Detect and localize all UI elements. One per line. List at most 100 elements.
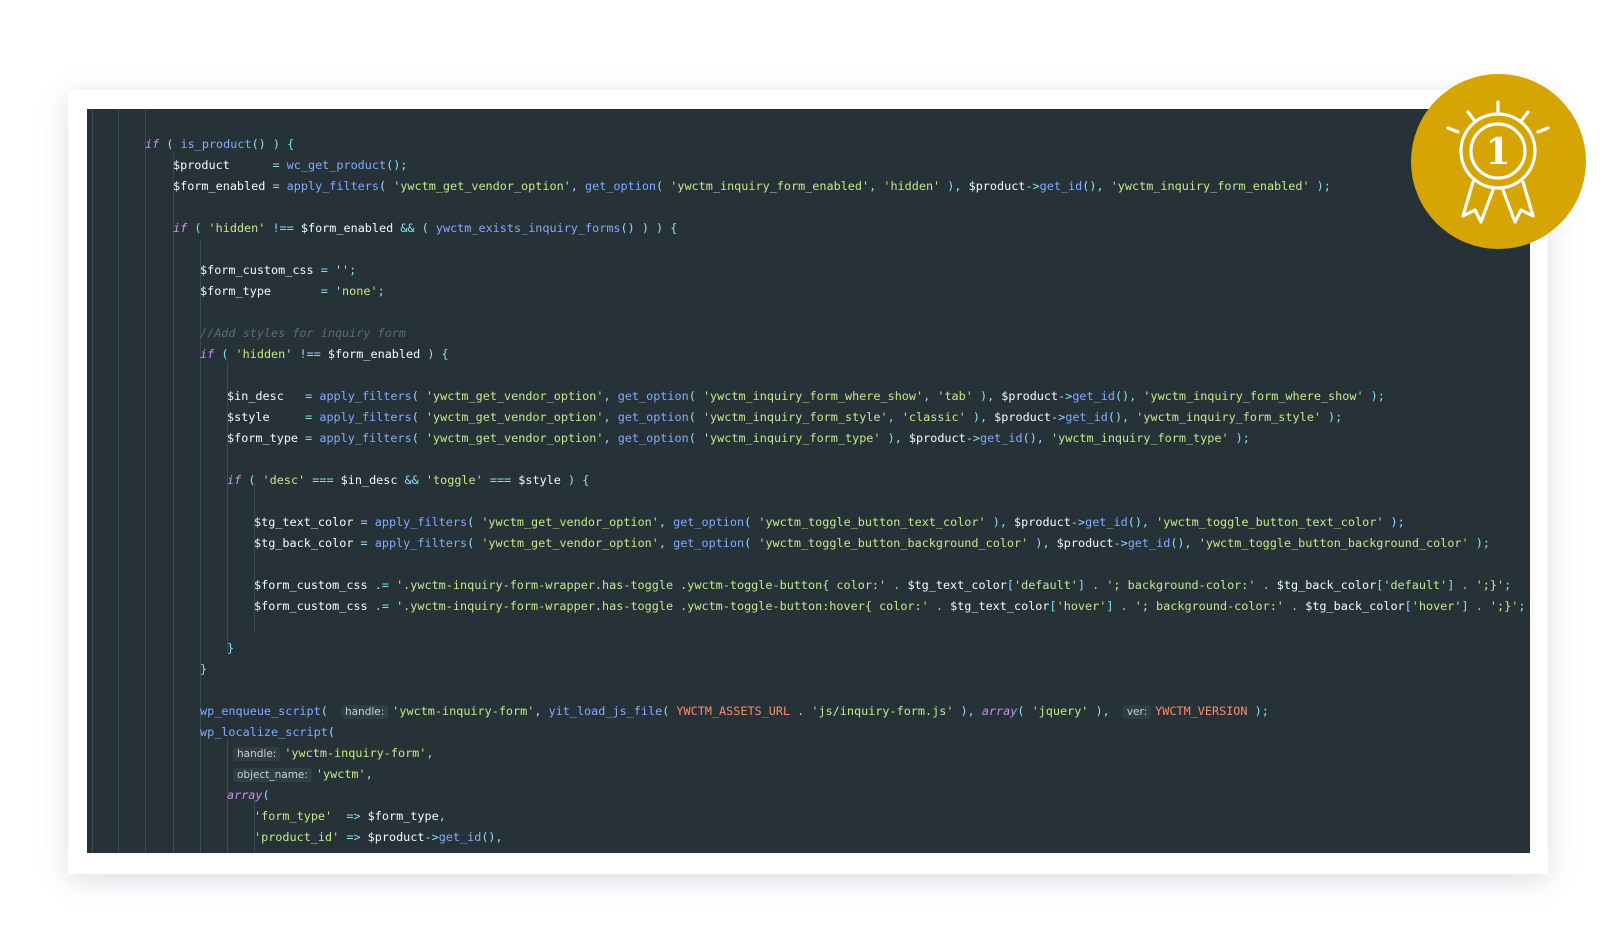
code-line: object_name:'ywctm', [87, 764, 1530, 785]
code-token: = [353, 515, 375, 529]
code-token: = [353, 536, 375, 550]
code-token: (), [1170, 536, 1199, 550]
code-token: get_id [438, 830, 482, 844]
code-token: $product [968, 179, 1026, 193]
code-line: 'form_type' => $form_type, [87, 806, 1530, 827]
code-token: -> [1058, 389, 1073, 403]
code-token: -> [424, 830, 439, 844]
code-token: apply_filters [319, 410, 412, 424]
code-token: YWCTM_ASSETS_URL [676, 704, 791, 718]
code-token: 'toggle' [425, 473, 483, 487]
code-token: ); [1228, 431, 1250, 445]
code-token: = [271, 284, 335, 298]
code-token: === [482, 473, 519, 487]
code-token: ) { [560, 473, 590, 487]
code-token: 'product_id' [254, 830, 340, 844]
code-token: !== [265, 221, 301, 235]
code-token: ( [688, 431, 703, 445]
code-token: if [145, 137, 160, 151]
code-token: (), [1127, 515, 1157, 529]
code-line: $form_type = apply_filters( 'ywctm_get_v… [87, 428, 1530, 449]
code-token: get_id [979, 431, 1023, 445]
code-token: 'ywctm_get_vendor_option' [481, 515, 659, 529]
code-token: .= [367, 578, 397, 592]
code-token: = [269, 410, 320, 424]
code-token: $form_enabled [173, 179, 266, 193]
code-token: $form_custom_css [254, 599, 368, 613]
code-token: get_option [617, 389, 689, 403]
code-line: $tg_back_color = apply_filters( 'ywctm_g… [87, 533, 1530, 554]
code-token: = [283, 389, 320, 403]
code-token: (), [1022, 431, 1052, 445]
code-token: if [173, 221, 188, 235]
code-token: -> [965, 431, 980, 445]
code-lines: if ( is_product() ) {$product = wc_get_p… [87, 134, 1530, 848]
code-token: 'ywctm_get_vendor_option' [425, 410, 604, 424]
code-token: () ) { [251, 137, 295, 151]
code-token: ( [411, 410, 426, 424]
code-token: ( [467, 536, 482, 550]
code-token: ); [1320, 410, 1343, 424]
code-line: wp_enqueue_script( handle:'ywctm-inquiry… [87, 701, 1530, 722]
code-token: 'default' [1013, 578, 1078, 592]
code-token: 'ywctm_toggle_button_background_color' [1198, 536, 1469, 550]
code-token: } [227, 641, 235, 655]
code-token: ( [421, 221, 436, 235]
code-token: ( [379, 179, 394, 193]
code-token: ( [656, 179, 671, 193]
code-token: 'ywctm_toggle_button_background_color' [758, 536, 1029, 550]
code-line: $form_custom_css .= '.ywctm-inquiry-form… [87, 596, 1530, 617]
code-token: . [790, 704, 812, 718]
code-token: 'ywctm_inquiry_form_style' [702, 410, 888, 424]
code-token: 'classic' [901, 410, 966, 424]
code-token: get_id [1039, 179, 1083, 193]
code-token: , [658, 515, 674, 529]
code-token: ), [965, 410, 995, 424]
code-token: ( [320, 704, 335, 718]
code-token: 'ywctm_inquiry_form_enabled' [1110, 179, 1310, 193]
code-line: if ( 'hidden' !== $form_enabled && ( ywc… [87, 218, 1530, 239]
code-token: get_option [673, 536, 745, 550]
code-token: . [928, 599, 951, 613]
code-token: get_id [1072, 389, 1115, 403]
code-token: ; [1518, 599, 1526, 613]
code-token: ); [1309, 179, 1331, 193]
code-token: -> [1025, 179, 1040, 193]
code-token: array [981, 704, 1018, 718]
code-token: '; background-color:' [1106, 578, 1256, 592]
code-token: ( [688, 410, 703, 424]
code-token: === [305, 473, 341, 487]
code-token: wp_localize_script [200, 725, 328, 739]
code-token: (), [1114, 389, 1144, 403]
code-token: get_option [673, 515, 745, 529]
code-token: $form_enabled [300, 221, 394, 235]
code-token: . [1283, 599, 1306, 613]
code-token: $product [994, 410, 1051, 424]
code-token: 'ywctm_get_vendor_option' [425, 389, 604, 403]
code-token: 'ywctm-inquiry-form' [284, 746, 427, 760]
code-token: 'none' [334, 284, 378, 298]
code-token: 'js/inquiry-form.js' [811, 704, 954, 718]
code-token: $in_desc [340, 473, 398, 487]
code-token: !== [292, 347, 328, 361]
code-token: (), [481, 830, 503, 844]
code-token: .= [367, 599, 397, 613]
code-line: $style = apply_filters( 'ywctm_get_vendo… [87, 407, 1530, 428]
code-token: 'ywctm_get_vendor_option' [481, 536, 659, 550]
code-token: ';}' [1489, 599, 1519, 613]
code-token: //Add styles for inquiry form [200, 326, 406, 340]
code-token: (); [386, 158, 408, 172]
code-editor[interactable]: if ( is_product() ) {$product = wc_get_p… [87, 109, 1530, 853]
code-token: 'ywctm_inquiry_form_type' [1051, 431, 1229, 445]
code-token: $style [227, 410, 270, 424]
code-token: 'hover' [1056, 599, 1107, 613]
code-token: -> [1070, 515, 1086, 529]
code-token: ] . [1077, 578, 1107, 592]
code-line: $form_custom_css = ''; [87, 260, 1530, 281]
code-token: ( [662, 704, 677, 718]
code-line: if ( is_product() ) { [87, 134, 1530, 155]
